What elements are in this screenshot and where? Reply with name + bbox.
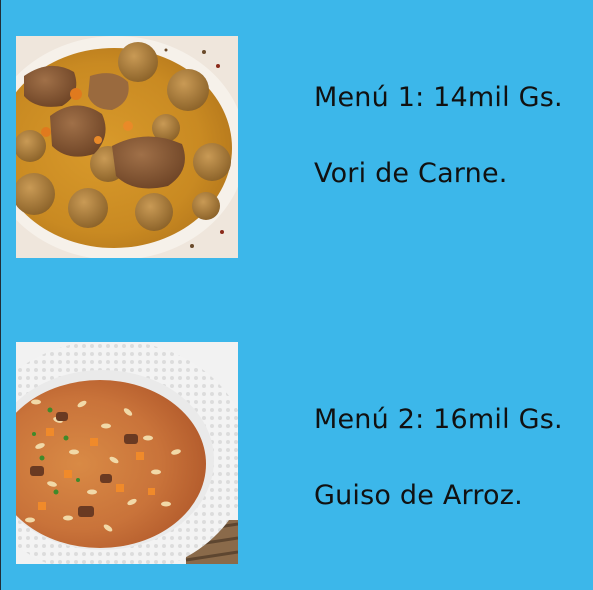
menu-1-price: Menú 1: 14mil Gs.	[314, 82, 563, 113]
menu-1-dish-name: Vori de Carne.	[314, 158, 508, 189]
menu-2-dish-name: Guiso de Arroz.	[314, 480, 523, 511]
menu-page: Menú 1: 14mil Gs. Vori de Carne. Menú 2:…	[0, 0, 593, 590]
menu-item-2: Menú 2: 16mil Gs. Guiso de Arroz.	[16, 342, 576, 564]
vori-de-carne-photo	[16, 36, 238, 258]
menu-2-price: Menú 2: 16mil Gs.	[314, 404, 563, 435]
guiso-de-arroz-photo	[16, 342, 238, 564]
menu-item-1: Menú 1: 14mil Gs. Vori de Carne.	[16, 36, 576, 258]
